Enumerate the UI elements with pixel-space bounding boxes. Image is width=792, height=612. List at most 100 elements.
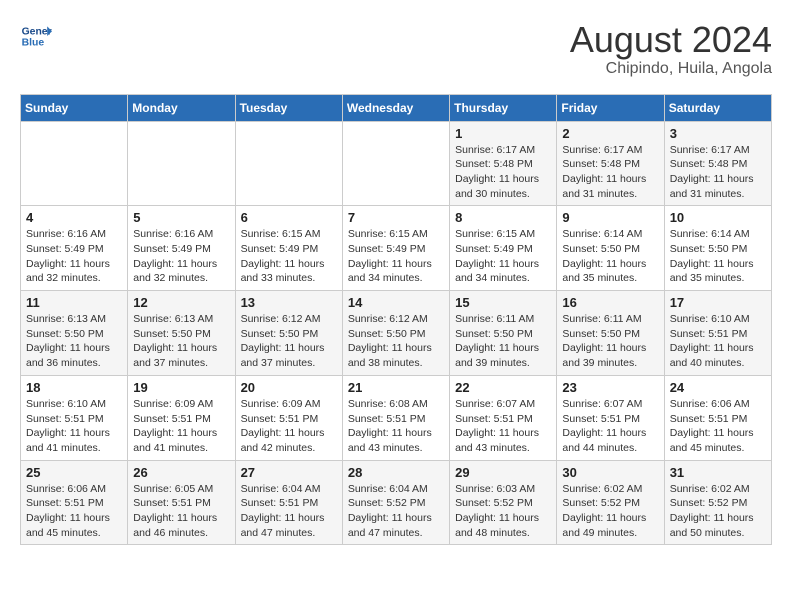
day-number: 3 [670,126,766,141]
calendar-cell: 30 Sunrise: 6:02 AMSunset: 5:52 PMDayligh… [557,460,664,545]
weekday-header: Tuesday [235,94,342,121]
title-block: August 2024 Chipindo, Huila, Angola [570,20,772,78]
day-info: Sunrise: 6:17 AMSunset: 5:48 PMDaylight:… [455,143,551,202]
day-info: Sunrise: 6:07 AMSunset: 5:51 PMDaylight:… [562,397,658,456]
calendar-cell: 1 Sunrise: 6:17 AMSunset: 5:48 PMDaylight… [450,121,557,206]
calendar-cell: 6 Sunrise: 6:15 AMSunset: 5:49 PMDaylight… [235,206,342,291]
day-info: Sunrise: 6:13 AMSunset: 5:50 PMDaylight:… [133,312,229,371]
calendar-cell: 14 Sunrise: 6:12 AMSunset: 5:50 PMDayligh… [342,291,449,376]
day-number: 13 [241,295,337,310]
calendar-cell: 18 Sunrise: 6:10 AMSunset: 5:51 PMDayligh… [21,375,128,460]
calendar-cell: 19 Sunrise: 6:09 AMSunset: 5:51 PMDayligh… [128,375,235,460]
day-number: 31 [670,465,766,480]
day-number: 18 [26,380,122,395]
calendar-cell [342,121,449,206]
day-info: Sunrise: 6:09 AMSunset: 5:51 PMDaylight:… [133,397,229,456]
calendar-cell: 15 Sunrise: 6:11 AMSunset: 5:50 PMDayligh… [450,291,557,376]
calendar-cell: 23Sunrise: 6:07 AMSunset: 5:51 PMDayligh… [557,375,664,460]
day-number: 7 [348,210,444,225]
calendar-week-row: 25Sunrise: 6:06 AMSunset: 5:51 PMDayligh… [21,460,772,545]
day-number: 10 [670,210,766,225]
logo-icon: General Blue [20,20,52,52]
calendar-cell: 20 Sunrise: 6:09 AMSunset: 5:51 PMDayligh… [235,375,342,460]
day-info: Sunrise: 6:14 AMSunset: 5:50 PMDaylight:… [670,227,766,286]
day-number: 21 [348,380,444,395]
day-info: Sunrise: 6:06 AMSunset: 5:51 PMDaylight:… [670,397,766,456]
calendar-cell: 3 Sunrise: 6:17 AMSunset: 5:48 PMDaylight… [664,121,771,206]
day-number: 20 [241,380,337,395]
weekday-header: Monday [128,94,235,121]
day-number: 30 [562,465,658,480]
day-number: 27 [241,465,337,480]
day-number: 19 [133,380,229,395]
day-info: Sunrise: 6:05 AMSunset: 5:51 PMDaylight:… [133,482,229,541]
logo: General Blue [20,20,52,52]
calendar-cell: 11 Sunrise: 6:13 AMSunset: 5:50 PMDayligh… [21,291,128,376]
day-info: Sunrise: 6:15 AMSunset: 5:49 PMDaylight:… [348,227,444,286]
day-number: 14 [348,295,444,310]
day-info: Sunrise: 6:02 AMSunset: 5:52 PMDaylight:… [562,482,658,541]
calendar-cell: 8Sunrise: 6:15 AMSunset: 5:49 PMDaylight… [450,206,557,291]
calendar-cell: 24 Sunrise: 6:06 AMSunset: 5:51 PMDayligh… [664,375,771,460]
weekday-header: Wednesday [342,94,449,121]
calendar-table: SundayMondayTuesdayWednesdayThursdayFrid… [20,94,772,546]
weekday-header: Thursday [450,94,557,121]
calendar-cell: 17 Sunrise: 6:10 AMSunset: 5:51 PMDayligh… [664,291,771,376]
calendar-cell: 31 Sunrise: 6:02 AMSunset: 5:52 PMDayligh… [664,460,771,545]
day-number: 9 [562,210,658,225]
calendar-week-row: 18 Sunrise: 6:10 AMSunset: 5:51 PMDayligh… [21,375,772,460]
day-info: Sunrise: 6:11 AMSunset: 5:50 PMDaylight:… [562,312,658,371]
calendar-cell: 5 Sunrise: 6:16 AMSunset: 5:49 PMDaylight… [128,206,235,291]
calendar-cell: 22Sunrise: 6:07 AMSunset: 5:51 PMDayligh… [450,375,557,460]
weekday-header: Sunday [21,94,128,121]
day-number: 24 [670,380,766,395]
calendar-header-row: SundayMondayTuesdayWednesdayThursdayFrid… [21,94,772,121]
calendar-cell: 26 Sunrise: 6:05 AMSunset: 5:51 PMDayligh… [128,460,235,545]
calendar-cell: 12 Sunrise: 6:13 AMSunset: 5:50 PMDayligh… [128,291,235,376]
calendar-week-row: 1 Sunrise: 6:17 AMSunset: 5:48 PMDaylight… [21,121,772,206]
calendar-cell: 28Sunrise: 6:04 AMSunset: 5:52 PMDayligh… [342,460,449,545]
calendar-cell [128,121,235,206]
calendar-cell: 25Sunrise: 6:06 AMSunset: 5:51 PMDayligh… [21,460,128,545]
calendar-cell: 10 Sunrise: 6:14 AMSunset: 5:50 PMDayligh… [664,206,771,291]
calendar-cell: 4Sunrise: 6:16 AMSunset: 5:49 PMDaylight… [21,206,128,291]
day-number: 1 [455,126,551,141]
day-info: Sunrise: 6:04 AMSunset: 5:51 PMDaylight:… [241,482,337,541]
day-number: 17 [670,295,766,310]
calendar-cell [235,121,342,206]
day-number: 15 [455,295,551,310]
day-info: Sunrise: 6:10 AMSunset: 5:51 PMDaylight:… [26,397,122,456]
calendar-cell: 9 Sunrise: 6:14 AMSunset: 5:50 PMDaylight… [557,206,664,291]
day-number: 26 [133,465,229,480]
day-info: Sunrise: 6:15 AMSunset: 5:49 PMDaylight:… [241,227,337,286]
calendar-cell: 13Sunrise: 6:12 AMSunset: 5:50 PMDayligh… [235,291,342,376]
day-number: 11 [26,295,122,310]
day-info: Sunrise: 6:09 AMSunset: 5:51 PMDaylight:… [241,397,337,456]
day-info: Sunrise: 6:16 AMSunset: 5:49 PMDaylight:… [26,227,122,286]
day-info: Sunrise: 6:11 AMSunset: 5:50 PMDaylight:… [455,312,551,371]
day-number: 5 [133,210,229,225]
svg-text:Blue: Blue [22,38,45,49]
calendar-cell [21,121,128,206]
calendar-cell: 7 Sunrise: 6:15 AMSunset: 5:49 PMDaylight… [342,206,449,291]
calendar-cell: 16Sunrise: 6:11 AMSunset: 5:50 PMDayligh… [557,291,664,376]
day-info: Sunrise: 6:06 AMSunset: 5:51 PMDaylight:… [26,482,122,541]
day-info: Sunrise: 6:16 AMSunset: 5:49 PMDaylight:… [133,227,229,286]
calendar-cell: 21Sunrise: 6:08 AMSunset: 5:51 PMDayligh… [342,375,449,460]
calendar-week-row: 4Sunrise: 6:16 AMSunset: 5:49 PMDaylight… [21,206,772,291]
day-info: Sunrise: 6:02 AMSunset: 5:52 PMDaylight:… [670,482,766,541]
day-number: 6 [241,210,337,225]
day-number: 22 [455,380,551,395]
day-info: Sunrise: 6:04 AMSunset: 5:52 PMDaylight:… [348,482,444,541]
day-number: 29 [455,465,551,480]
calendar-cell: 27 Sunrise: 6:04 AMSunset: 5:51 PMDayligh… [235,460,342,545]
calendar-cell: 29Sunrise: 6:03 AMSunset: 5:52 PMDayligh… [450,460,557,545]
day-info: Sunrise: 6:14 AMSunset: 5:50 PMDaylight:… [562,227,658,286]
day-info: Sunrise: 6:17 AMSunset: 5:48 PMDaylight:… [562,143,658,202]
day-number: 12 [133,295,229,310]
day-info: Sunrise: 6:17 AMSunset: 5:48 PMDaylight:… [670,143,766,202]
day-info: Sunrise: 6:13 AMSunset: 5:50 PMDaylight:… [26,312,122,371]
day-info: Sunrise: 6:10 AMSunset: 5:51 PMDaylight:… [670,312,766,371]
day-info: Sunrise: 6:12 AMSunset: 5:50 PMDaylight:… [348,312,444,371]
subtitle: Chipindo, Huila, Angola [570,60,772,78]
